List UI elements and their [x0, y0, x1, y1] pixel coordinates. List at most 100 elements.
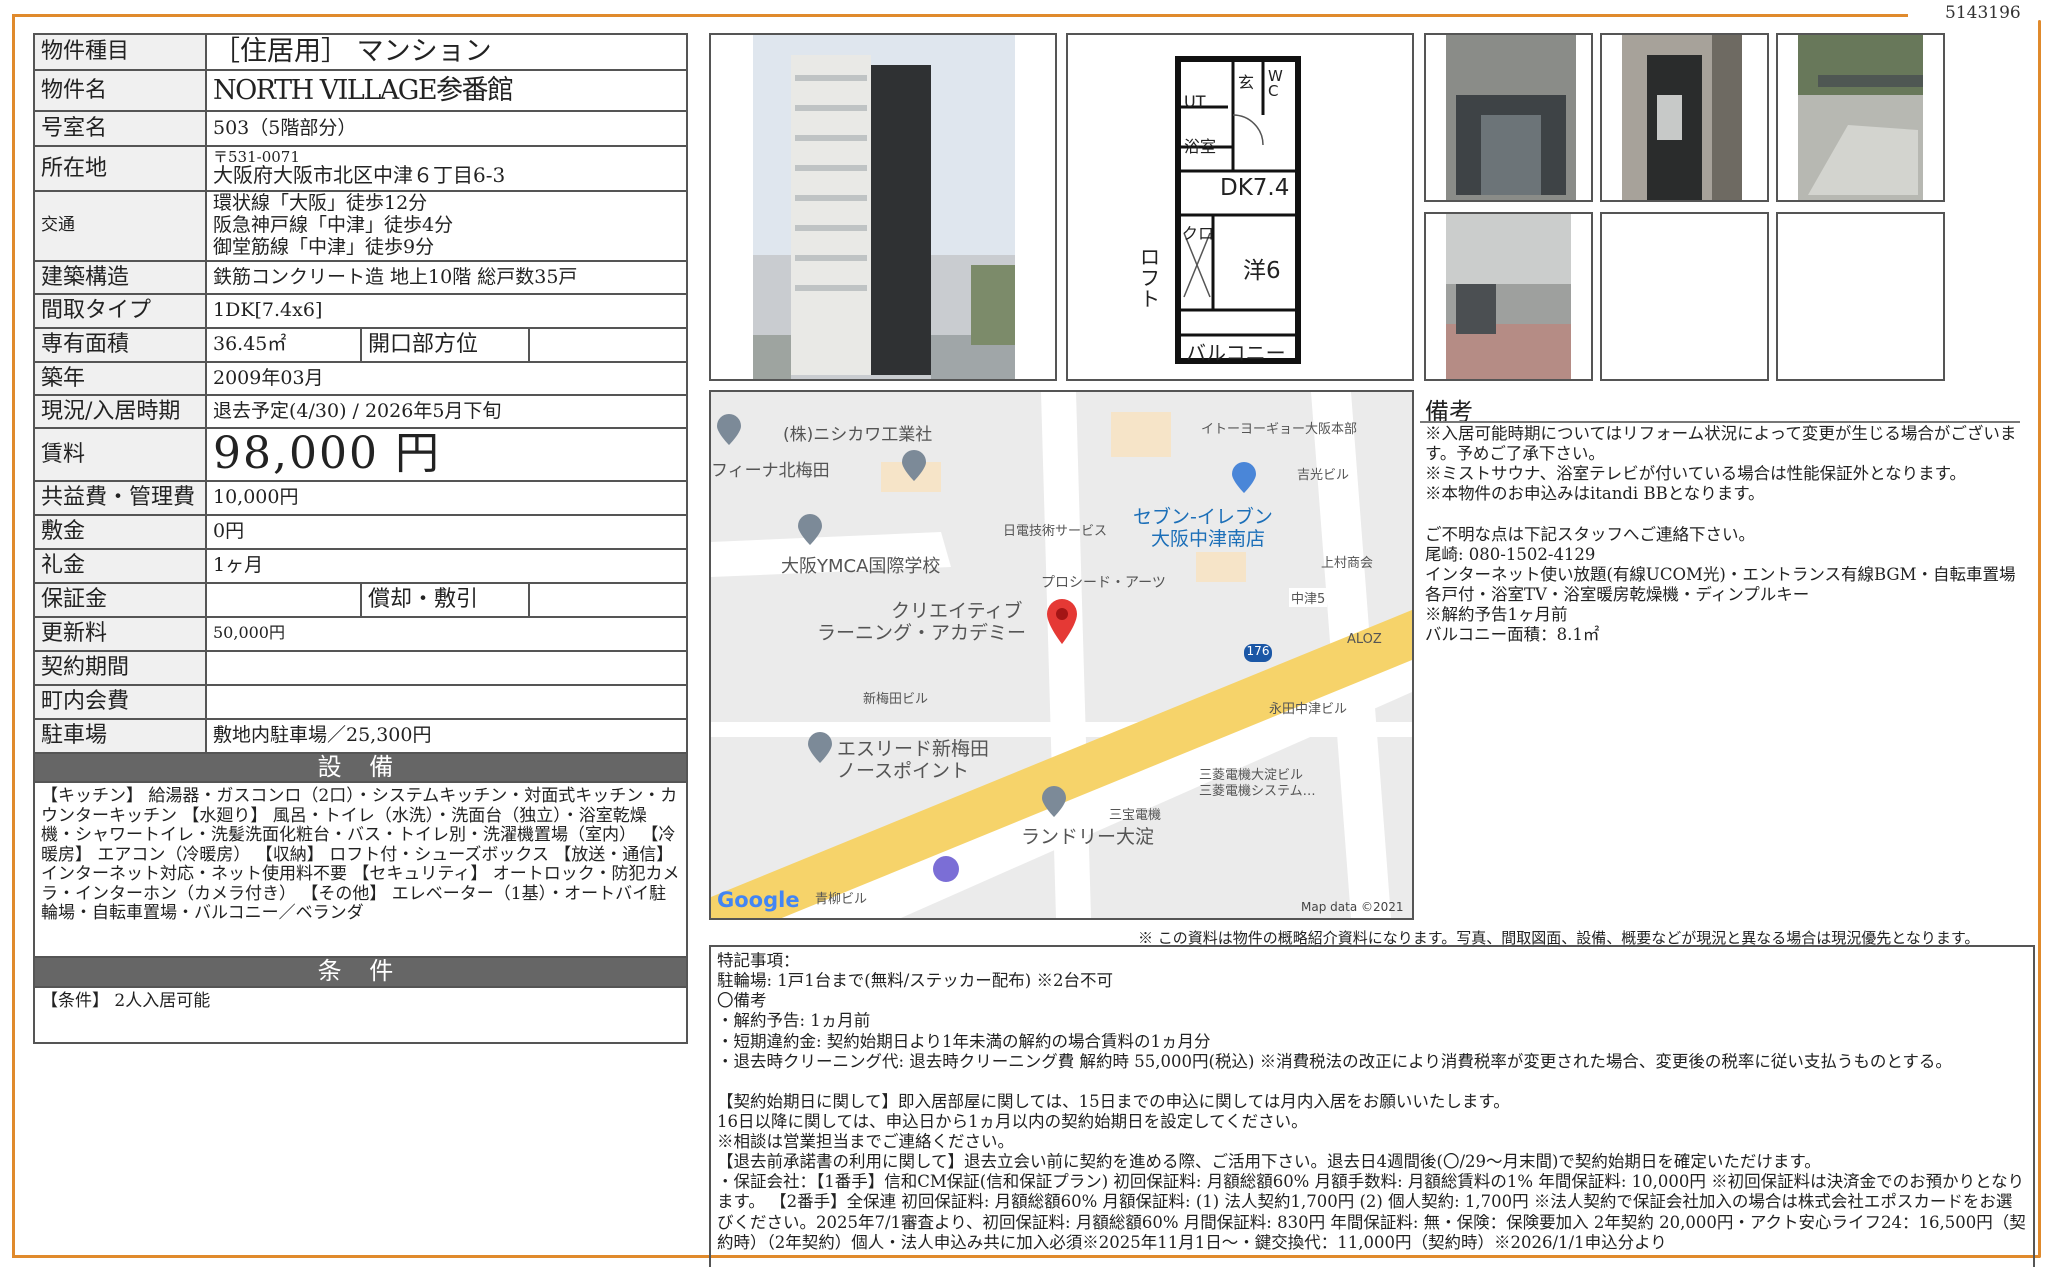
room-label: 号室名	[33, 110, 207, 147]
type-label: 物件種目	[33, 33, 207, 71]
map-label: プロシード・アーツ	[1041, 575, 1166, 591]
loft-label: ロフト	[1140, 245, 1160, 311]
contract-label: 契約期間	[33, 649, 207, 686]
community-label: 町内会費	[33, 683, 207, 720]
built-value: 2009年03月	[205, 361, 688, 396]
exterior-photo	[1424, 212, 1593, 381]
map-label: (株)ニシカワ工業社	[783, 425, 933, 445]
map-label: イトーヨーギョー大阪本部	[1201, 422, 1358, 437]
map-label: 永田中津ビル	[1269, 702, 1348, 717]
wc-label: W C	[1268, 67, 1283, 100]
entrance-photo	[1424, 33, 1593, 202]
name-value: NORTH VILLAGE参番館	[205, 69, 688, 112]
remarks-line: インターネット使い放題(有線UCOM光)・エントランス有線BGM・自転車置場各戸…	[1425, 564, 2016, 604]
map-label: ランドリー大淀	[1021, 826, 1155, 848]
traffic-line: 御堂筋線「中津」徒歩9分	[213, 235, 435, 258]
address-value: 大阪府大阪市北区中津６丁目6-3	[213, 163, 506, 188]
notes-line: 【契約始期日に関して】即入居部屋に関しては、15日までの申込に関しては月内入居を…	[717, 1091, 1510, 1111]
status-label: 現況/入居時期	[33, 394, 207, 429]
genkan-label: 玄	[1238, 73, 1255, 92]
notes-line	[717, 1072, 2027, 1092]
conditions-text: 【条件】 2人入居可能	[33, 985, 688, 1044]
frame-right	[2038, 20, 2041, 1258]
notes-line: 〇備考	[717, 991, 767, 1011]
keymoney-value: 1ヶ月	[205, 547, 688, 584]
name-label: 物件名	[33, 69, 207, 112]
western-room-label: 洋6	[1243, 258, 1281, 284]
frame-top	[12, 14, 1908, 17]
parking-label: 駐車場	[33, 717, 207, 754]
structure-value: 鉄筋コンクリート造 地上10階 総戸数35戸	[205, 260, 688, 295]
built-label: 築年	[33, 361, 207, 396]
floor-plan: 玄 W C UT 浴室 DK7.4 クロ 洋6 ロフト バルコニー	[1066, 33, 1414, 381]
orientation-label: 開口部方位	[360, 327, 530, 363]
laundry-poi-icon	[1041, 786, 1067, 818]
notes-line: 特記事項：	[717, 951, 800, 970]
traffic-cell: 環状線「大阪」徒歩12分 阪急神戸線「中津」徒歩4分 御堂筋線「中津」徒歩9分	[205, 190, 688, 262]
amortize-value	[528, 581, 688, 618]
amortize-label: 償却・敷引	[360, 581, 530, 618]
layout-label: 間取タイプ	[33, 293, 207, 329]
bicycle-parking-photo	[1776, 33, 1945, 202]
notes-line: ・短期違約金: 契約始期日より1年未満の解約の場合賃料の1ヵ月分	[717, 1031, 1211, 1051]
route-shield: 176	[1244, 644, 1272, 662]
notes-line: ・退去時クリーニング代: 退去時クリーニング費 解約時 55,000円(税込) …	[717, 1051, 1952, 1071]
frame-left	[12, 14, 15, 1258]
map-label: 中津5	[1289, 588, 1328, 607]
empty-photo-slot	[1776, 212, 1945, 381]
rent-label: 賃料	[33, 427, 207, 482]
notes-line: ・保証会社：【1番手】信和CM保証(信和保証プラン) 初回保証料: 月額総額60…	[717, 1172, 2026, 1252]
deposit-label: 敷金	[33, 513, 207, 550]
map-label: 新梅田ビル	[863, 692, 929, 707]
map-label: 日電技術サービス	[1003, 524, 1108, 539]
remarks-divider	[1420, 421, 2020, 423]
map-label: 上村商会	[1321, 556, 1374, 571]
building-photo	[709, 33, 1057, 381]
google-logo: Google	[717, 888, 800, 912]
balcony-label: バルコニー	[1186, 341, 1286, 365]
notes-line: 【退去前承諾書の利用に関して】退去立会い前に契約を進める際、ご活用下さい。退去日…	[717, 1152, 1821, 1172]
document-id: 5143196	[1945, 3, 2021, 23]
area-label: 専有面積	[33, 327, 207, 363]
notes-line: ※相談は営業担当までご連絡ください。	[717, 1132, 1014, 1151]
location-map[interactable]: (株)ニシカワ工業社 フィーナ北梅田 イトーヨーギョー大阪本部 吉光ビル 大阪Y…	[709, 390, 1414, 920]
remarks-line: ※本物件のお申込みはitandi BBとなります。	[1425, 484, 1765, 504]
remarks-line: バルコニー面積：8.1㎡	[1425, 625, 1600, 645]
map-label: 三菱電機システム…	[1199, 784, 1316, 799]
map-label: 青柳ビル	[815, 892, 868, 907]
map-poi-icon	[901, 450, 927, 482]
address-label: 所在地	[33, 145, 207, 192]
community-value	[205, 683, 688, 720]
location-pin-icon[interactable]	[1045, 597, 1079, 645]
school-poi-icon	[797, 514, 823, 546]
map-label: フィーナ北梅田	[711, 461, 830, 481]
area-value: 36.45㎡	[205, 327, 362, 363]
equipment-text: 【キッチン】 給湯器・ガスコンロ（2口）・システムキッチン・対面式キッチン・カウ…	[33, 781, 688, 959]
contract-value	[205, 649, 688, 686]
layout-value: 1DK[7.4x6]	[205, 293, 688, 329]
map-poi-icon	[716, 414, 742, 446]
remarks-line: ご不明な点は下記スタッフへご連絡下さい。	[1425, 524, 1755, 544]
traffic-line: 環状線「大阪」徒歩12分	[213, 192, 428, 215]
remarks-line: ※ミストサウナ、浴室テレビが付いている場合は性能保証外となります。	[1425, 464, 1967, 484]
security-value	[205, 581, 362, 618]
map-label: ラーニング・アカデミー	[817, 622, 1027, 644]
room-value: 503（5階部分）	[205, 110, 688, 147]
notes-line: 16日以降に関しては、申込日から1ヵ月以内の契約始期日を設定してください。	[717, 1111, 1308, 1131]
remarks-line: ※解約予告1ヶ月前	[1425, 605, 1568, 624]
map-poi-icon	[807, 732, 833, 764]
remarks-line: ※入居可能時期についてはリフォーム状況によって変更が生じる場合がございます。予め…	[1425, 424, 2017, 464]
remarks-line	[1425, 505, 2025, 525]
convenience-store-icon	[1231, 462, 1257, 494]
orientation-value	[528, 327, 688, 363]
address-cell: 〒531-0071 大阪府大阪市北区中津６丁目6-3	[205, 145, 688, 192]
traffic-label: 交通	[33, 190, 207, 262]
deposit-value: 0円	[205, 513, 688, 550]
spec-table: 物件種目 ［住居用］ マンション 物件名 NORTH VILLAGE参番館 号室名 5…	[33, 33, 688, 1044]
rent-value: 98,000 円	[205, 427, 688, 482]
parking-icon	[933, 856, 959, 882]
conditions-heading: 条 件	[33, 956, 688, 988]
dk-label: DK7.4	[1220, 175, 1290, 201]
renewal-value: 50,000円	[205, 615, 688, 652]
closet-label: クロ	[1182, 224, 1215, 243]
